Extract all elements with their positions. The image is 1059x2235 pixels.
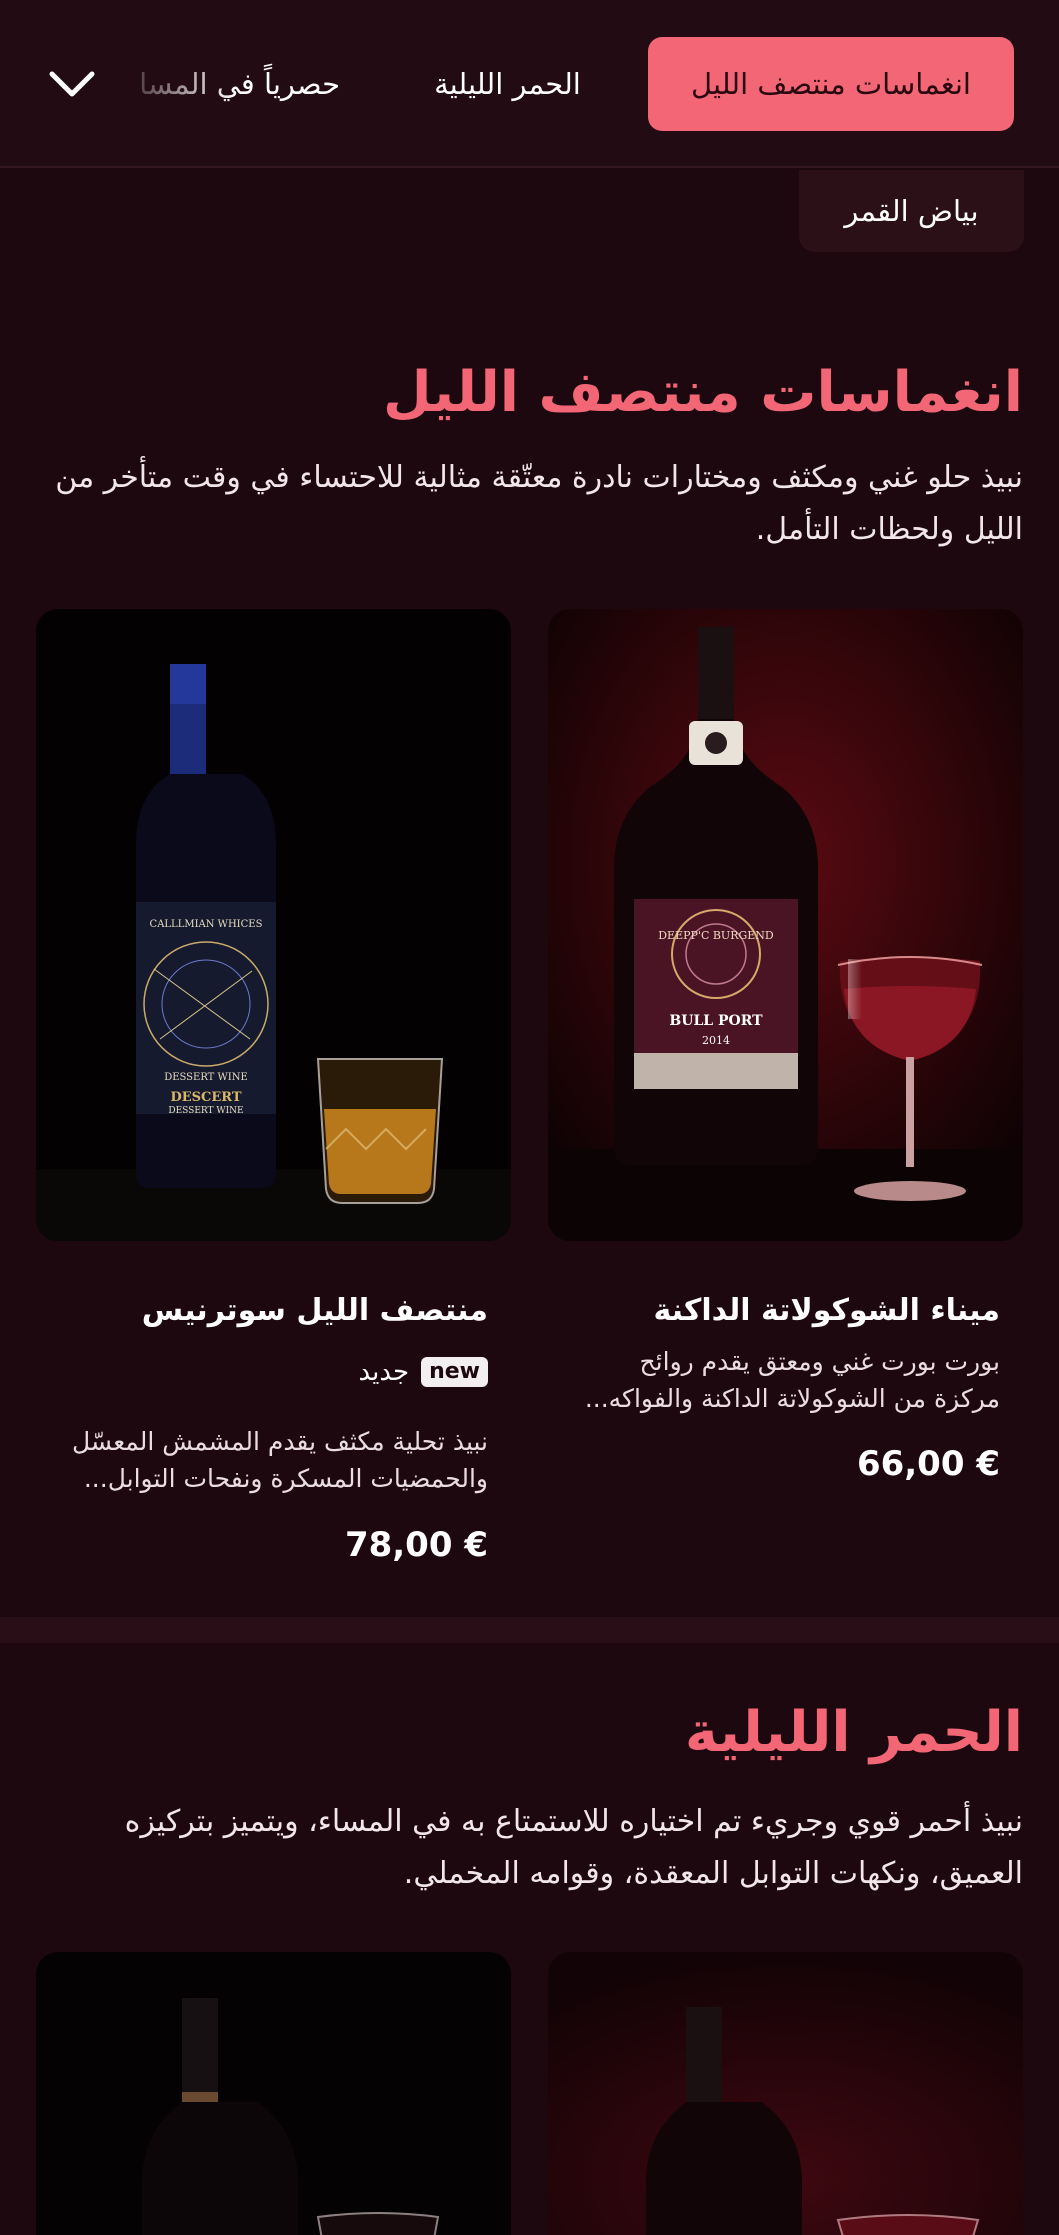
product-description: بورت بورت غني ومعتق يقدم روائح مركزة من …: [584, 1347, 1000, 1413]
product-title[interactable]: منتصف الليل سوترنيس: [142, 1293, 488, 1328]
product-price: 78,00 €: [344, 1525, 488, 1565]
new-badge: new: [421, 1357, 488, 1387]
section-title: الحمر الليلية: [684, 1700, 1023, 1765]
bottle-label-product: BULL PORT: [669, 1013, 763, 1029]
category-nav: انغماسات منتصف الليل الحمر الليلية حصريا…: [0, 0, 1059, 168]
product-image-night-red-2[interactable]: [36, 1952, 511, 2235]
tab-label: انغماسات منتصف الليل: [690, 67, 971, 101]
bottle-label-year: 2014: [702, 1034, 730, 1047]
bottle-label-brand: DEEPP'C BURGEND: [658, 929, 774, 942]
bottle-label-product: DESSERT WINE: [164, 1072, 248, 1083]
section-divider: [0, 1617, 1059, 1643]
bottle-label-bottom1: DESCERT: [170, 1090, 241, 1105]
tab-midnight-indulgences[interactable]: انغماسات منتصف الليل: [648, 37, 1014, 131]
bottle-label-brand: CALLLMIAN WHICES: [150, 919, 263, 930]
product-image-dark-chocolate-port[interactable]: DEEPP'C BURGEND BULL PORT 2014: [548, 609, 1023, 1241]
tab-label: الحمر الليلية: [434, 67, 581, 101]
product-image-midnight-sauternes[interactable]: CALLLMIAN WHICES DESSERT WINE DESCERT DE…: [36, 609, 511, 1241]
subcategory-label: بياض القمر: [844, 194, 979, 228]
product-image-night-red-1[interactable]: [548, 1952, 1023, 2235]
bottle-label-bottom2: DESSERT WINE: [168, 1106, 243, 1116]
section-description: نبيذ حلو غني ومكثف ومختارات نادرة معتّقة…: [55, 460, 1023, 547]
product-description: نبيذ تحلية مكثف يقدم المشمش المعسّل والح…: [71, 1427, 488, 1493]
section-title: انغماسات منتصف الليل: [383, 360, 1023, 425]
tab-night-reds[interactable]: الحمر الليلية: [400, 37, 615, 131]
tab-label: حصرياً في المسا: [139, 67, 340, 101]
new-badge-row: new جديد: [358, 1357, 488, 1387]
product-title[interactable]: ميناء الشوكولاتة الداكنة: [653, 1293, 1000, 1328]
tab-evening-exclusives[interactable]: حصرياً في المسا: [110, 37, 340, 131]
chevron-down-icon[interactable]: [46, 62, 98, 106]
product-price: 66,00 €: [856, 1444, 1000, 1484]
subcategory-moon-whites[interactable]: بياض القمر: [799, 170, 1024, 252]
new-badge-label: جديد: [358, 1357, 410, 1387]
section-description: نبيذ أحمر قوي وجريء تم اختياره للاستمتاع…: [124, 1804, 1023, 1891]
